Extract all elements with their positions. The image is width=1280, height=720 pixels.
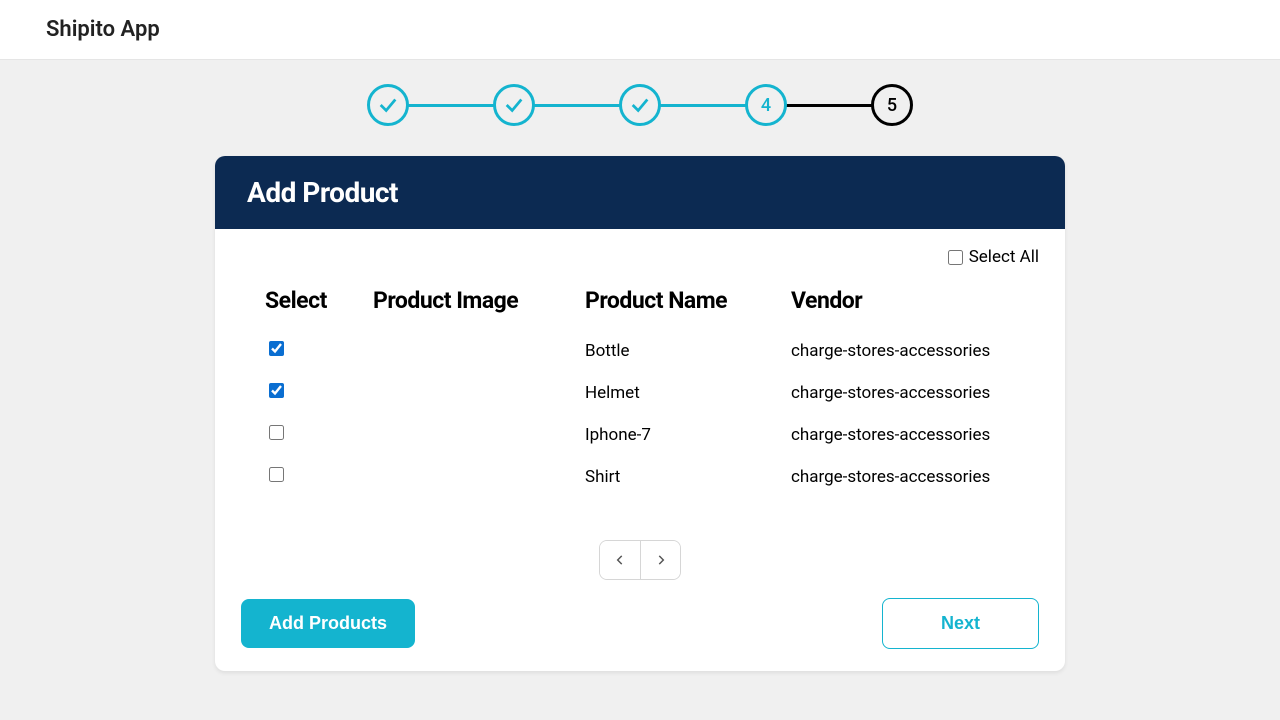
card-title: Add Product	[247, 176, 1033, 209]
step-connector	[408, 104, 494, 107]
table-row: Bottle charge-stores-accessories	[265, 330, 1015, 372]
topbar: Shipito App	[0, 0, 1280, 60]
row-checkbox[interactable]	[269, 341, 284, 356]
table-header: Select Product Image Product Name Vendor	[265, 279, 1015, 330]
row-checkbox[interactable]	[269, 467, 284, 482]
step-connector	[660, 104, 746, 107]
step-5[interactable]: 5	[871, 84, 913, 126]
row-checkbox[interactable]	[269, 383, 284, 398]
pager	[241, 540, 1039, 580]
pager-next-button[interactable]	[640, 541, 680, 579]
col-vendor: Vendor	[791, 287, 1015, 314]
table-row: Helmet charge-stores-accessories	[265, 372, 1015, 414]
row-vendor: charge-stores-accessories	[791, 467, 1015, 487]
select-all-row: Select All	[241, 243, 1039, 279]
row-vendor: charge-stores-accessories	[791, 383, 1015, 403]
col-select: Select	[265, 287, 373, 314]
stepper: 4 5	[0, 84, 1280, 126]
step-connector	[534, 104, 620, 107]
step-label: 5	[887, 95, 897, 116]
content: 4 5 Add Product Select All Select Produc…	[0, 60, 1280, 671]
pager-prev-button[interactable]	[600, 541, 640, 579]
check-icon	[629, 94, 651, 116]
row-name: Shirt	[585, 467, 791, 487]
chevron-left-icon	[613, 553, 627, 567]
step-4[interactable]: 4	[745, 84, 787, 126]
row-vendor: charge-stores-accessories	[791, 425, 1015, 445]
table-row: Iphone-7 charge-stores-accessories	[265, 414, 1015, 456]
step-2[interactable]	[493, 84, 535, 126]
next-button[interactable]: Next	[882, 598, 1039, 649]
table-row: Shirt charge-stores-accessories	[265, 456, 1015, 498]
row-vendor: charge-stores-accessories	[791, 341, 1015, 361]
card-actions: Add Products Next	[241, 598, 1039, 649]
select-all-checkbox[interactable]	[948, 250, 963, 265]
button-label: Add Products	[269, 613, 387, 633]
card-header: Add Product	[215, 156, 1065, 229]
row-name: Iphone-7	[585, 425, 791, 445]
app-title: Shipito App	[46, 17, 160, 42]
chevron-right-icon	[654, 553, 668, 567]
row-name: Helmet	[585, 383, 791, 403]
row-name: Bottle	[585, 341, 791, 361]
step-connector	[786, 104, 872, 107]
check-icon	[503, 94, 525, 116]
step-3[interactable]	[619, 84, 661, 126]
add-products-button[interactable]: Add Products	[241, 599, 415, 648]
col-image: Product Image	[373, 287, 585, 314]
card-body: Select All Select Product Image Product …	[215, 229, 1065, 671]
col-name: Product Name	[585, 287, 791, 314]
check-icon	[377, 94, 399, 116]
button-label: Next	[941, 613, 980, 633]
product-table: Select Product Image Product Name Vendor…	[241, 279, 1039, 498]
step-label: 4	[761, 95, 771, 116]
pager-box	[599, 540, 681, 580]
add-product-card: Add Product Select All Select Product Im…	[215, 156, 1065, 671]
select-all-label: Select All	[969, 247, 1039, 267]
step-1[interactable]	[367, 84, 409, 126]
row-checkbox[interactable]	[269, 425, 284, 440]
